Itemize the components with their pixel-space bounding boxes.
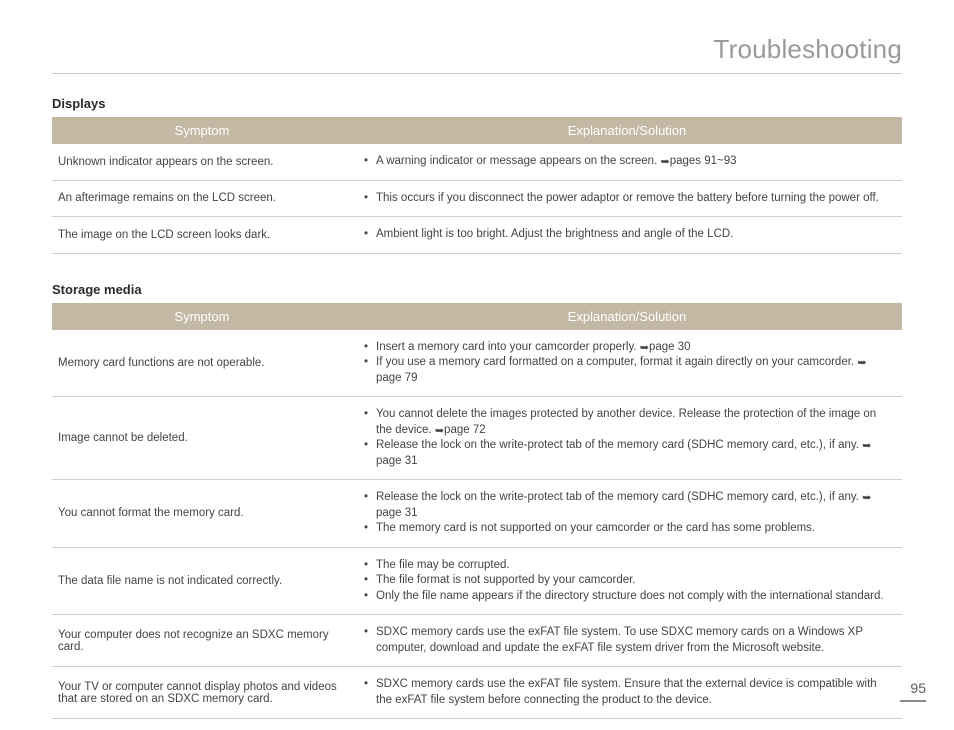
solution-item: You cannot delete the images protected b…	[362, 407, 892, 438]
page-title: Troubleshooting	[52, 34, 902, 65]
page-number-value: 95	[910, 680, 926, 696]
table-row: An afterimage remains on the LCD screen.…	[52, 180, 902, 217]
symptom-cell: Image cannot be deleted.	[52, 397, 352, 480]
symptom-cell: Your TV or computer cannot display photo…	[52, 667, 352, 719]
section-gap	[52, 254, 902, 282]
page-ref-icon: ➥	[660, 155, 669, 170]
column-header-symptom: Symptom	[52, 117, 352, 144]
solution-list: Release the lock on the write-protect ta…	[362, 490, 892, 537]
page-ref: page 72	[444, 424, 486, 436]
table-row: Your TV or computer cannot display photo…	[52, 667, 902, 719]
solution-item: Release the lock on the write-protect ta…	[362, 490, 892, 521]
page-ref: page 79	[376, 372, 418, 384]
solution-item: Ambient light is too bright. Adjust the …	[362, 227, 892, 243]
solution-cell: You cannot delete the images protected b…	[352, 397, 902, 480]
solution-list: You cannot delete the images protected b…	[362, 407, 892, 469]
page-ref-icon: ➥	[862, 491, 871, 506]
solution-list: A warning indicator or message appears o…	[362, 154, 892, 170]
column-header-solution: Explanation/Solution	[352, 117, 902, 144]
symptom-cell: Your computer does not recognize an SDXC…	[52, 615, 352, 667]
solution-list: The file may be corrupted.The file forma…	[362, 558, 892, 605]
solution-list: SDXC memory cards use the exFAT file sys…	[362, 625, 892, 656]
solution-item: Release the lock on the write-protect ta…	[362, 438, 892, 469]
page-number-rule	[900, 700, 926, 702]
solution-cell: SDXC memory cards use the exFAT file sys…	[352, 667, 902, 719]
manual-page: Troubleshooting DisplaysSymptomExplanati…	[0, 0, 954, 730]
table-row: Your computer does not recognize an SDXC…	[52, 615, 902, 667]
solution-item: SDXC memory cards use the exFAT file sys…	[362, 625, 892, 656]
symptom-cell: You cannot format the memory card.	[52, 480, 352, 548]
solution-cell: The file may be corrupted.The file forma…	[352, 547, 902, 615]
solution-cell: SDXC memory cards use the exFAT file sys…	[352, 615, 902, 667]
solution-item: This occurs if you disconnect the power …	[362, 191, 892, 207]
column-header-symptom: Symptom	[52, 303, 352, 330]
solution-list: This occurs if you disconnect the power …	[362, 191, 892, 207]
table-row: The image on the LCD screen looks dark. A…	[52, 217, 902, 254]
table-row: Unknown indicator appears on the screen.…	[52, 144, 902, 180]
table-row: Image cannot be deleted. You cannot delet…	[52, 397, 902, 480]
solution-item: Only the file name appears if the direct…	[362, 589, 892, 605]
symptom-cell: The image on the LCD screen looks dark.	[52, 217, 352, 254]
symptom-cell: The data file name is not indicated corr…	[52, 547, 352, 615]
solution-cell: Insert a memory card into your camcorder…	[352, 330, 902, 397]
section-heading: Storage media	[52, 282, 902, 297]
page-ref: page 31	[376, 507, 418, 519]
page-ref-icon: ➥	[862, 439, 871, 454]
page-ref-icon: ➥	[640, 341, 649, 356]
solution-list: SDXC memory cards use the exFAT file sys…	[362, 677, 892, 708]
sections-container: DisplaysSymptomExplanation/SolutionUnkno…	[52, 96, 902, 719]
section-heading: Displays	[52, 96, 902, 111]
solution-item: Insert a memory card into your camcorder…	[362, 340, 892, 356]
troubleshooting-table: SymptomExplanation/SolutionMemory card f…	[52, 303, 902, 720]
table-row: The data file name is not indicated corr…	[52, 547, 902, 615]
solution-cell: Ambient light is too bright. Adjust the …	[352, 217, 902, 254]
solution-cell: Release the lock on the write-protect ta…	[352, 480, 902, 548]
table-row: You cannot format the memory card. Releas…	[52, 480, 902, 548]
symptom-cell: An afterimage remains on the LCD screen.	[52, 180, 352, 217]
page-ref: pages 91~93	[670, 155, 737, 167]
table-row: Memory card functions are not operable. I…	[52, 330, 902, 397]
solution-item: A warning indicator or message appears o…	[362, 154, 892, 170]
page-ref: page 31	[376, 455, 418, 467]
solution-item: SDXC memory cards use the exFAT file sys…	[362, 677, 892, 708]
solution-item: The file may be corrupted.	[362, 558, 892, 574]
page-ref-icon: ➥	[435, 424, 444, 439]
symptom-cell: Unknown indicator appears on the screen.	[52, 144, 352, 180]
solution-item: The file format is not supported by your…	[362, 573, 892, 589]
page-number: 95	[900, 680, 926, 702]
solution-cell: A warning indicator or message appears o…	[352, 144, 902, 180]
symptom-cell: Memory card functions are not operable.	[52, 330, 352, 397]
solution-cell: This occurs if you disconnect the power …	[352, 180, 902, 217]
page-ref-icon: ➥	[857, 356, 866, 371]
solution-list: Ambient light is too bright. Adjust the …	[362, 227, 892, 243]
title-rule	[52, 73, 902, 74]
solution-list: Insert a memory card into your camcorder…	[362, 340, 892, 387]
solution-item: If you use a memory card formatted on a …	[362, 355, 892, 386]
troubleshooting-table: SymptomExplanation/SolutionUnknown indic…	[52, 117, 902, 254]
solution-item: The memory card is not supported on your…	[362, 521, 892, 537]
page-ref: page 30	[649, 341, 691, 353]
column-header-solution: Explanation/Solution	[352, 303, 902, 330]
